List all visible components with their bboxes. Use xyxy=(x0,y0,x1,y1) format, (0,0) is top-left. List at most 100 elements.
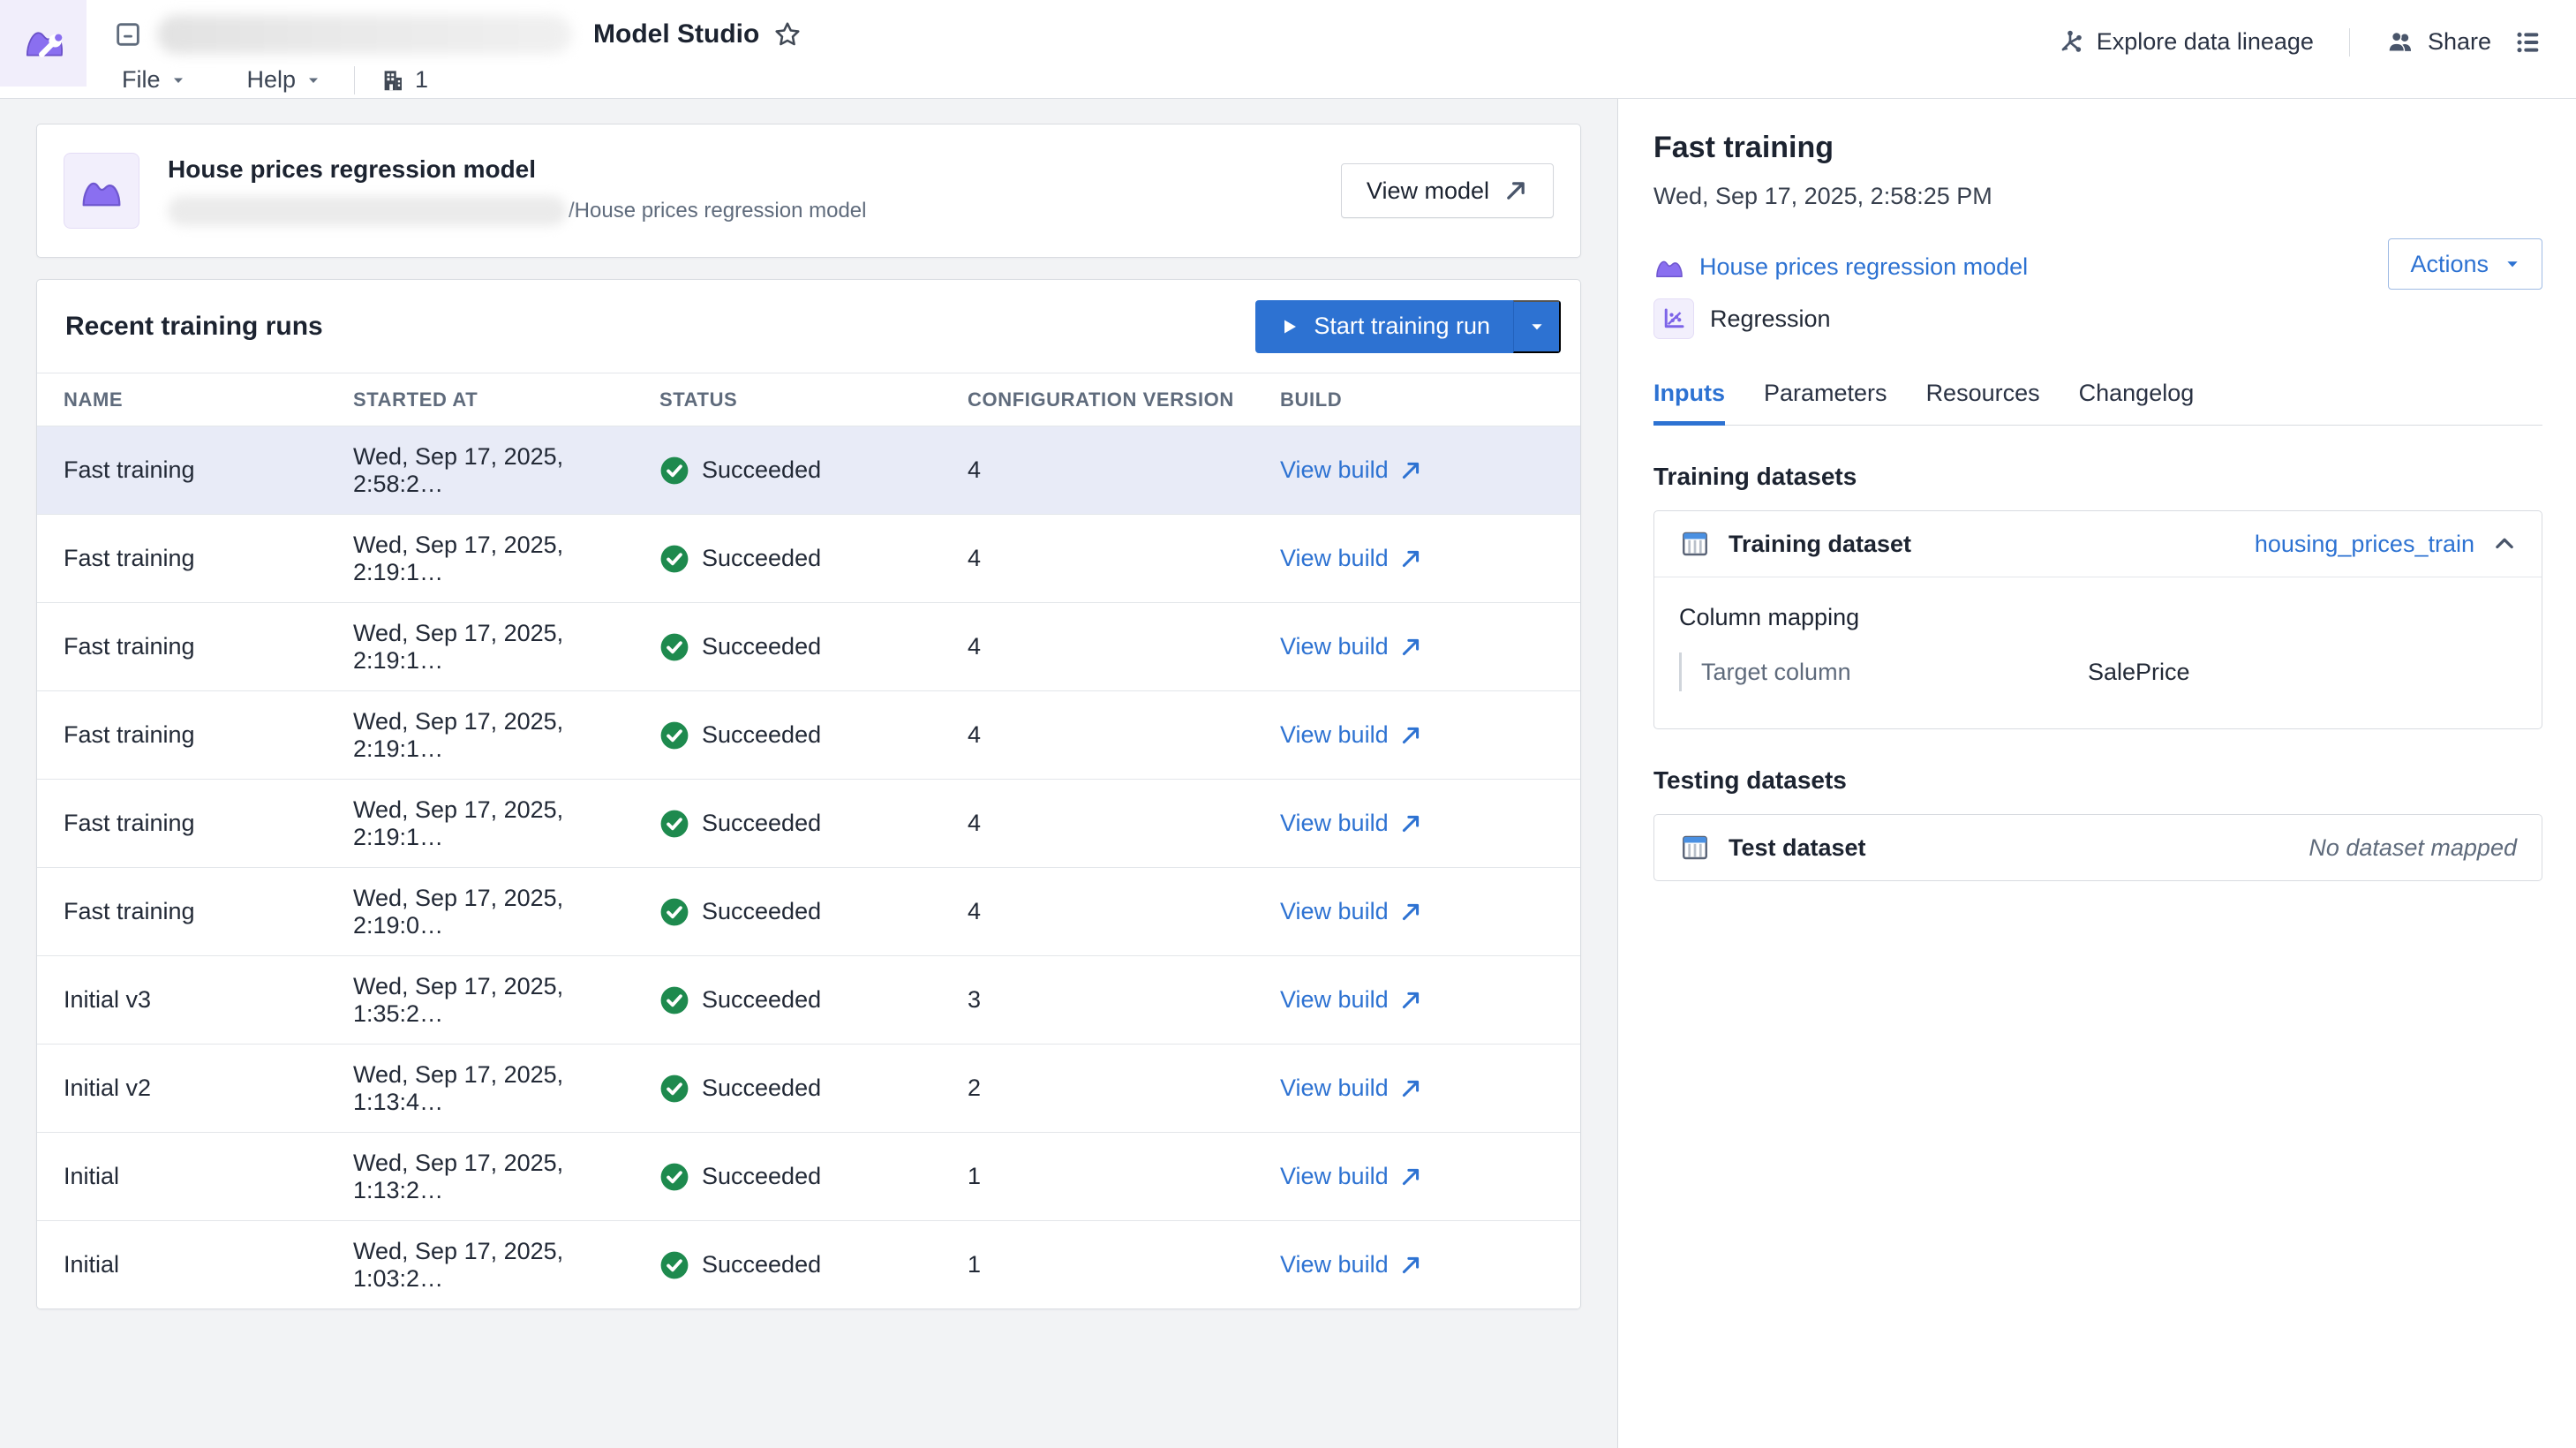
page-title: Model Studio xyxy=(593,19,759,49)
run-configuration-version: 4 xyxy=(968,633,1280,660)
test-dataset-header[interactable]: Test dataset No dataset mapped xyxy=(1654,815,2542,880)
overflow-menu-button[interactable] xyxy=(2514,28,2542,57)
run-status: Succeeded xyxy=(702,721,821,749)
success-check-icon xyxy=(659,544,689,574)
table-row[interactable]: Fast training Wed, Sep 17, 2025, 2:19:1…… xyxy=(37,514,1580,602)
regression-scatter-icon xyxy=(1661,305,1687,332)
run-detail-timestamp: Wed, Sep 17, 2025, 2:58:25 PM xyxy=(1653,183,2542,210)
view-build-label: View build xyxy=(1280,1075,1389,1102)
view-build-link[interactable]: View build xyxy=(1280,545,1422,572)
test-dataset-label: Test dataset xyxy=(1729,834,1866,862)
table-row[interactable]: Fast training Wed, Sep 17, 2025, 2:19:1…… xyxy=(37,602,1580,690)
runs-table-header: NAME STARTED AT STATUS CONFIGURATION VER… xyxy=(37,373,1580,426)
list-menu-icon xyxy=(2514,28,2542,57)
title-row: Model Studio xyxy=(113,12,2056,57)
explore-data-lineage-button[interactable]: Explore data lineage xyxy=(2056,28,2314,57)
tab-parameters[interactable]: Parameters xyxy=(1764,380,1887,426)
external-link-icon xyxy=(1399,1254,1422,1277)
run-name: Initial xyxy=(64,1251,353,1278)
model-link[interactable]: House prices regression model xyxy=(1699,253,2028,281)
column-mapping-title: Column mapping xyxy=(1679,604,2517,631)
resource-box-icon xyxy=(113,19,143,49)
run-configuration-version: 1 xyxy=(968,1163,1280,1190)
table-row[interactable]: Initial v2 Wed, Sep 17, 2025, 1:13:4… Su… xyxy=(37,1044,1580,1132)
external-link-icon xyxy=(1399,812,1422,835)
view-build-label: View build xyxy=(1280,898,1389,925)
view-build-link[interactable]: View build xyxy=(1280,633,1422,660)
run-name: Fast training xyxy=(64,721,353,749)
view-build-label: View build xyxy=(1280,1251,1389,1278)
data-lineage-icon xyxy=(2056,28,2084,57)
view-build-link[interactable]: View build xyxy=(1280,1251,1422,1278)
column-mapping-row: Target column SalePrice xyxy=(1679,652,2517,691)
view-model-button[interactable]: View model xyxy=(1341,163,1554,218)
view-build-link[interactable]: View build xyxy=(1280,1163,1422,1190)
view-build-link[interactable]: View build xyxy=(1280,1075,1422,1102)
model-breadcrumb: /House prices regression model xyxy=(168,196,1313,226)
run-started-at: Wed, Sep 17, 2025, 1:13:4… xyxy=(353,1061,659,1116)
run-detail-title: Fast training xyxy=(1653,131,2542,165)
top-bar-actions: Explore data lineage Share xyxy=(2056,0,2576,98)
column-header-build: BUILD xyxy=(1280,388,1554,411)
chevron-down-icon xyxy=(171,73,185,87)
branch-count: 1 xyxy=(415,66,428,94)
table-row[interactable]: Fast training Wed, Sep 17, 2025, 2:58:2…… xyxy=(37,426,1580,514)
table-row[interactable]: Initial v3 Wed, Sep 17, 2025, 1:35:2… Su… xyxy=(37,955,1580,1044)
view-build-link[interactable]: View build xyxy=(1280,456,1422,484)
run-status: Succeeded xyxy=(702,1075,821,1102)
run-name: Fast training xyxy=(64,633,353,660)
share-button[interactable]: Share xyxy=(2385,27,2491,57)
table-row[interactable]: Initial Wed, Sep 17, 2025, 1:03:2… Succe… xyxy=(37,1220,1580,1308)
column-header-name: NAME xyxy=(64,388,353,411)
success-check-icon xyxy=(659,809,689,839)
tab-inputs[interactable]: Inputs xyxy=(1653,380,1725,426)
play-icon xyxy=(1278,316,1299,337)
actions-button[interactable]: Actions xyxy=(2388,238,2542,290)
success-check-icon xyxy=(659,720,689,750)
table-row[interactable]: Fast training Wed, Sep 17, 2025, 2:19:1…… xyxy=(37,690,1580,779)
divider xyxy=(2349,28,2350,57)
view-build-link[interactable]: View build xyxy=(1280,721,1422,749)
view-build-link[interactable]: View build xyxy=(1280,898,1422,925)
run-status: Succeeded xyxy=(702,1163,821,1190)
run-configuration-version: 2 xyxy=(968,1075,1280,1102)
branch-indicator[interactable]: 1 xyxy=(380,66,428,94)
share-label: Share xyxy=(2428,28,2491,56)
success-check-icon xyxy=(659,1162,689,1192)
model-path-suffix: /House prices regression model xyxy=(569,199,867,223)
favorite-star-icon[interactable] xyxy=(773,20,802,49)
external-link-icon xyxy=(1399,989,1422,1012)
help-menu-label: Help xyxy=(247,66,297,94)
start-training-run-button[interactable]: Start training run xyxy=(1255,300,1513,353)
tab-changelog[interactable]: Changelog xyxy=(2079,380,2195,426)
success-check-icon xyxy=(659,1250,689,1280)
start-training-run-caret-button[interactable] xyxy=(1513,300,1561,353)
view-build-link[interactable]: View build xyxy=(1280,986,1422,1014)
tab-resources[interactable]: Resources xyxy=(1926,380,2040,426)
chevron-up-icon[interactable] xyxy=(2492,532,2517,556)
model-studio-logo-icon xyxy=(18,18,69,69)
testing-datasets-section-title: Testing datasets xyxy=(1653,766,2542,795)
success-check-icon xyxy=(659,985,689,1015)
table-row[interactable]: Fast training Wed, Sep 17, 2025, 2:19:1…… xyxy=(37,779,1580,867)
top-bar-left: Model Studio File Help xyxy=(87,0,2056,98)
table-row[interactable]: Initial Wed, Sep 17, 2025, 1:13:2… Succe… xyxy=(37,1132,1580,1220)
help-menu[interactable]: Help xyxy=(238,63,330,97)
content: House prices regression model /House pri… xyxy=(0,99,2576,1448)
model-mountain-icon xyxy=(1653,251,1685,283)
dataset-table-icon xyxy=(1679,832,1711,864)
run-configuration-version: 4 xyxy=(968,898,1280,925)
column-header-configuration-version: CONFIGURATION VERSION xyxy=(968,388,1280,411)
dataset-table-icon xyxy=(1679,528,1711,560)
view-build-label: View build xyxy=(1280,633,1389,660)
view-build-link[interactable]: View build xyxy=(1280,810,1422,837)
start-training-run-split-button: Start training run xyxy=(1255,300,1561,353)
run-started-at: Wed, Sep 17, 2025, 2:19:1… xyxy=(353,532,659,586)
table-row[interactable]: Fast training Wed, Sep 17, 2025, 2:19:0…… xyxy=(37,867,1580,955)
training-dataset-header[interactable]: Training dataset housing_prices_train xyxy=(1654,511,2542,577)
file-menu[interactable]: File xyxy=(113,63,194,97)
app-logo[interactable] xyxy=(0,0,87,87)
training-dataset-link[interactable]: housing_prices_train xyxy=(2255,531,2474,558)
column-header-status: STATUS xyxy=(659,388,968,411)
external-link-icon xyxy=(1503,178,1528,203)
